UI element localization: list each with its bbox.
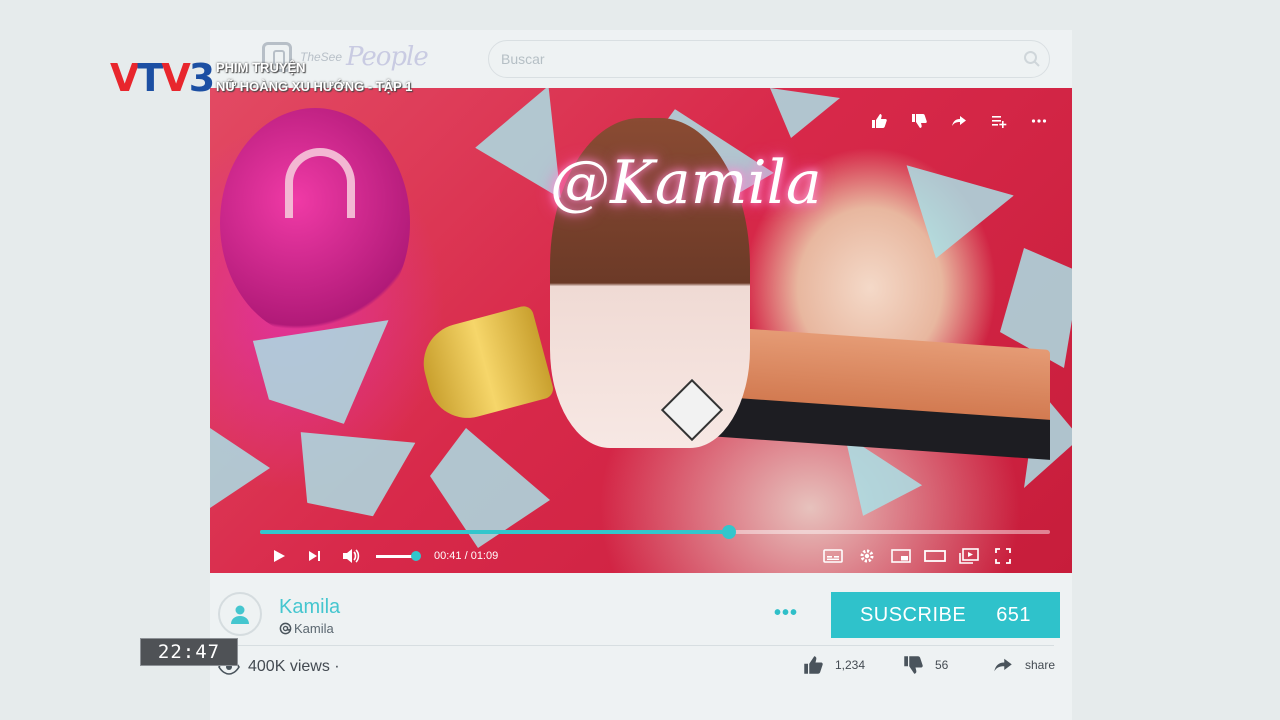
subscriber-count: 651 (996, 603, 1032, 626)
logo-letter: T (137, 56, 163, 100)
theater-icon[interactable] (924, 545, 946, 567)
like-icon[interactable] (868, 110, 890, 132)
glass-shard (210, 428, 270, 508)
fullscreen-icon[interactable] (992, 545, 1014, 567)
play-icon[interactable] (268, 545, 290, 567)
dislike-button[interactable]: 56 (903, 655, 948, 675)
video-bottom-controls: 00:41 / 01:09 (268, 544, 1014, 568)
video-top-controls (868, 110, 1050, 132)
glass-shard (289, 404, 431, 532)
subscribe-button[interactable]: SUSCRIBE 651 (831, 592, 1060, 638)
share-label: share (1025, 658, 1056, 672)
progress-bar[interactable] (260, 525, 1050, 539)
dislike-count: 56 (935, 658, 949, 672)
share-button[interactable]: share (993, 655, 1055, 675)
channel-handle-text: Kamila (294, 621, 334, 636)
brand-name: People (346, 42, 429, 72)
microphone (414, 304, 556, 427)
settings-icon[interactable] (856, 545, 878, 567)
search-input[interactable] (489, 50, 1015, 68)
subscribe-label: SUSCRIBE (859, 603, 967, 626)
pink-boa (220, 108, 410, 338)
search-icon[interactable] (1015, 42, 1049, 76)
volume-icon[interactable] (340, 545, 362, 567)
add-to-playlist-icon[interactable] (988, 110, 1010, 132)
at-icon (279, 622, 292, 635)
show-category: PHIM TRUYỆN (216, 60, 306, 75)
views-text: 400K views · (248, 658, 340, 675)
next-icon[interactable] (304, 545, 326, 567)
logo-letter: V (161, 56, 190, 100)
like-button[interactable]: 1,234 (803, 655, 865, 675)
video-player[interactable]: @Kamila 00:41 / 01:09 (210, 88, 1072, 573)
dislike-icon[interactable] (908, 110, 930, 132)
user-icon (231, 605, 249, 624)
channel-name[interactable]: Kamila (279, 596, 340, 619)
volume-slider[interactable] (376, 550, 421, 561)
show-title: NỮ HOÀNG XU HƯỚNG - TẬP 1 (216, 79, 413, 94)
divider (232, 645, 1054, 646)
cast-icon[interactable] (958, 545, 980, 567)
progress-handle[interactable] (722, 525, 737, 539)
miniplayer-icon[interactable] (890, 545, 912, 567)
share-icon[interactable] (948, 110, 970, 132)
channel-handle[interactable]: Kamila (279, 621, 334, 636)
time-display: 00:41 / 01:09 (434, 550, 499, 562)
logo-letter: V (110, 56, 139, 100)
share-icon (994, 658, 1012, 672)
glass-shard (770, 88, 840, 138)
broadcaster-logo: VTV3 (110, 56, 215, 100)
logo-number: 3 (188, 56, 215, 100)
glass-shard (876, 149, 1014, 277)
channel-avatar[interactable] (218, 592, 262, 636)
neon-sign: @Kamila (550, 148, 822, 218)
volume-handle[interactable] (411, 550, 421, 561)
search-bar (488, 40, 1050, 78)
captions-icon[interactable] (822, 545, 844, 567)
more-options-button[interactable]: ••• (774, 602, 798, 625)
thumbs-up-icon (804, 656, 823, 674)
headphones (285, 148, 355, 218)
broadcast-clock: 22:47 (140, 638, 238, 666)
brand-small-text: TheSee (300, 50, 343, 64)
like-count: 1,234 (835, 658, 866, 672)
thumbs-down-icon (904, 656, 923, 674)
progress-fill (260, 530, 730, 534)
more-icon[interactable] (1028, 110, 1050, 132)
